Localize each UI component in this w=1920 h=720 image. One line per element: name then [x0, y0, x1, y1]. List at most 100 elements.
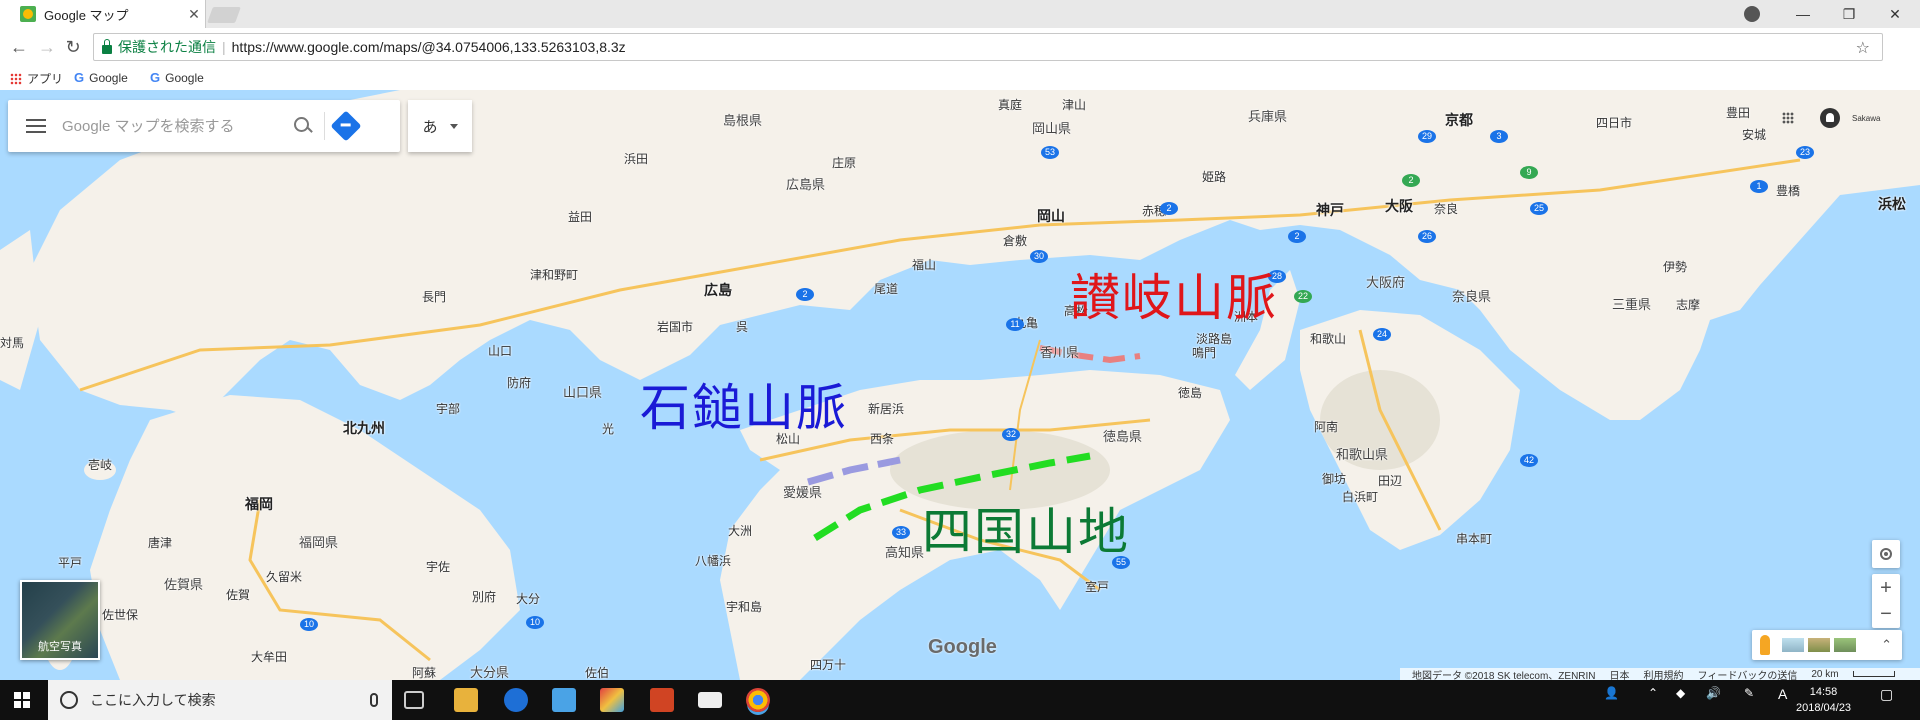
tray-chevron-up-icon[interactable]: ⌃ — [1648, 686, 1658, 700]
map-label: 白浜町 — [1342, 490, 1379, 504]
task-view-icon[interactable] — [404, 691, 424, 709]
transit-layer-icon[interactable] — [1808, 638, 1830, 652]
url-text[interactable]: https://www.google.com/maps/@34.0754006,… — [232, 39, 626, 55]
menu-icon[interactable] — [26, 119, 46, 133]
mail-icon[interactable] — [698, 692, 722, 708]
file-explorer-icon[interactable] — [454, 688, 478, 712]
notifications-icon[interactable] — [1820, 108, 1840, 128]
pegman-icon[interactable] — [1760, 635, 1770, 655]
map-label: 佐伯 — [585, 666, 610, 680]
directions-icon[interactable] — [330, 110, 362, 142]
map-canvas[interactable]: 島根県 岡山県 兵庫県 京都 広島県 岡山 神戸 大阪 大阪府 奈良県 三重県 … — [0, 90, 1920, 680]
windows-start-icon[interactable] — [14, 692, 30, 708]
route-shield: 10 — [300, 618, 318, 631]
profile-icon[interactable] — [1744, 6, 1760, 22]
paint-icon[interactable] — [600, 688, 624, 712]
browser-tab[interactable]: Google マップ ✕ — [0, 0, 206, 28]
windows-taskbar: ここに入力して検索 👤 ⌃ ◆ 🔊 ✎ A 14:58 2018/04/23 ▢ — [0, 680, 1920, 720]
browser-toolbar: ← → ↻ 保護された通信 | https://www.google.com/m… — [0, 28, 1920, 67]
taskbar-clock[interactable]: 14:58 2018/04/23 — [1796, 684, 1851, 716]
map-label: 高知県 — [885, 545, 925, 560]
chrome-icon[interactable] — [746, 688, 770, 712]
map-label: 平戸 — [58, 556, 83, 570]
ime-indicator[interactable]: A — [1778, 686, 1787, 702]
search-divider — [324, 112, 325, 140]
microphone-icon[interactable] — [370, 693, 378, 707]
address-bar[interactable]: 保護された通信 | https://www.google.com/maps/@3… — [93, 33, 1883, 61]
chevron-up-icon[interactable]: ⌃ — [1881, 637, 1892, 653]
map-label: 鳴門 — [1192, 346, 1217, 360]
close-window-button[interactable]: ✕ — [1872, 0, 1918, 28]
route-shield: 32 — [1002, 428, 1020, 441]
minimize-button[interactable]: — — [1780, 0, 1826, 28]
map-label: 神戸 — [1316, 202, 1344, 218]
layers-strip: ⌃ — [1752, 630, 1902, 660]
zoom-out-icon[interactable]: − — [1880, 601, 1892, 627]
powerpoint-icon[interactable] — [650, 688, 674, 712]
region-label[interactable]: 日本 — [1610, 667, 1630, 681]
annotation-sanuki-mountains: 讃岐山脈 — [1070, 269, 1278, 327]
route-shield: 42 — [1520, 454, 1538, 467]
map-label: 山口 — [488, 344, 513, 358]
map-label: 浜田 — [624, 152, 649, 166]
route-shield: 53 — [1041, 146, 1059, 159]
bookmark-apps[interactable]: アプリ — [10, 70, 63, 87]
maps-favicon-icon — [20, 6, 36, 22]
new-tab-button[interactable] — [207, 7, 241, 23]
zoom-in-icon[interactable]: + — [1880, 575, 1892, 601]
map-label: 防府 — [507, 376, 532, 390]
bike-layer-icon[interactable] — [1834, 638, 1856, 652]
tab-title: Google マップ — [44, 7, 129, 23]
map-label: 岡山県 — [1032, 121, 1072, 136]
restore-button[interactable]: ❐ — [1826, 0, 1872, 28]
people-icon[interactable]: 👤 — [1604, 686, 1619, 700]
dropbox-icon[interactable]: ◆ — [1676, 686, 1685, 700]
route-shield: 11 — [1006, 318, 1024, 331]
title-bar: Google マップ ✕ — ❐ ✕ — [0, 0, 1920, 28]
reload-icon[interactable]: ↻ — [62, 36, 84, 58]
map-label: 宇部 — [436, 402, 461, 416]
account-label[interactable]: Sakawa — [1852, 114, 1880, 123]
route-shield: 23 — [1796, 146, 1814, 159]
satellite-layer-toggle[interactable]: 航空写真 — [20, 580, 100, 660]
edge-browser-icon[interactable] — [504, 688, 528, 712]
secure-label: 保護された通信 — [118, 39, 216, 55]
search-input[interactable] — [60, 116, 284, 136]
map-label: 津山 — [1062, 98, 1087, 112]
volume-icon[interactable]: 🔊 — [1706, 686, 1721, 700]
map-label: 豊橋 — [1776, 184, 1801, 198]
map-label: 福岡 — [245, 496, 273, 512]
terrain-layer-icon[interactable] — [1782, 638, 1804, 652]
map-label: 大分県 — [470, 665, 510, 680]
map-label: 和歌山県 — [1336, 447, 1389, 462]
map-label: 佐世保 — [102, 608, 139, 622]
forward-arrow-icon[interactable]: → — [36, 36, 58, 58]
store-icon[interactable] — [552, 688, 576, 712]
action-center-icon[interactable]: ▢ — [1880, 686, 1893, 703]
map-label: 山口県 — [563, 385, 603, 400]
ime-toggle-button[interactable]: あ — [408, 100, 472, 152]
tab-close-icon[interactable]: ✕ — [183, 6, 205, 23]
route-shield: 3 — [1490, 130, 1508, 143]
terms-link[interactable]: 利用規約 — [1644, 667, 1684, 681]
my-location-button[interactable] — [1872, 540, 1900, 568]
google-apps-icon[interactable] — [1782, 112, 1794, 124]
taskbar-search-box[interactable]: ここに入力して検索 — [48, 680, 392, 720]
map-search-panel — [8, 100, 400, 152]
back-arrow-icon[interactable]: ← — [8, 36, 30, 58]
map-label: 長門 — [422, 290, 447, 304]
bookmark-label: Google — [89, 70, 128, 85]
zoom-controls: + − — [1872, 574, 1900, 628]
bookmark-star-icon[interactable]: ☆ — [1856, 38, 1870, 58]
bookmark-google-1[interactable]: G Google — [74, 70, 128, 85]
map-data-credit: 地図データ ©2018 SK telecom、ZENRIN — [1412, 670, 1596, 681]
scale-label[interactable]: 20 km — [1811, 669, 1838, 680]
feedback-link[interactable]: フィードバックの送信 — [1698, 667, 1798, 681]
map-label: 唐津 — [148, 536, 173, 550]
pen-icon[interactable]: ✎ — [1744, 686, 1754, 700]
route-shield: 1 — [1750, 180, 1768, 193]
bookmark-google-2[interactable]: G Google — [150, 70, 204, 85]
taskbar-search-placeholder: ここに入力して検索 — [90, 692, 216, 708]
search-icon[interactable] — [292, 115, 314, 137]
map-label: 姫路 — [1202, 170, 1227, 184]
